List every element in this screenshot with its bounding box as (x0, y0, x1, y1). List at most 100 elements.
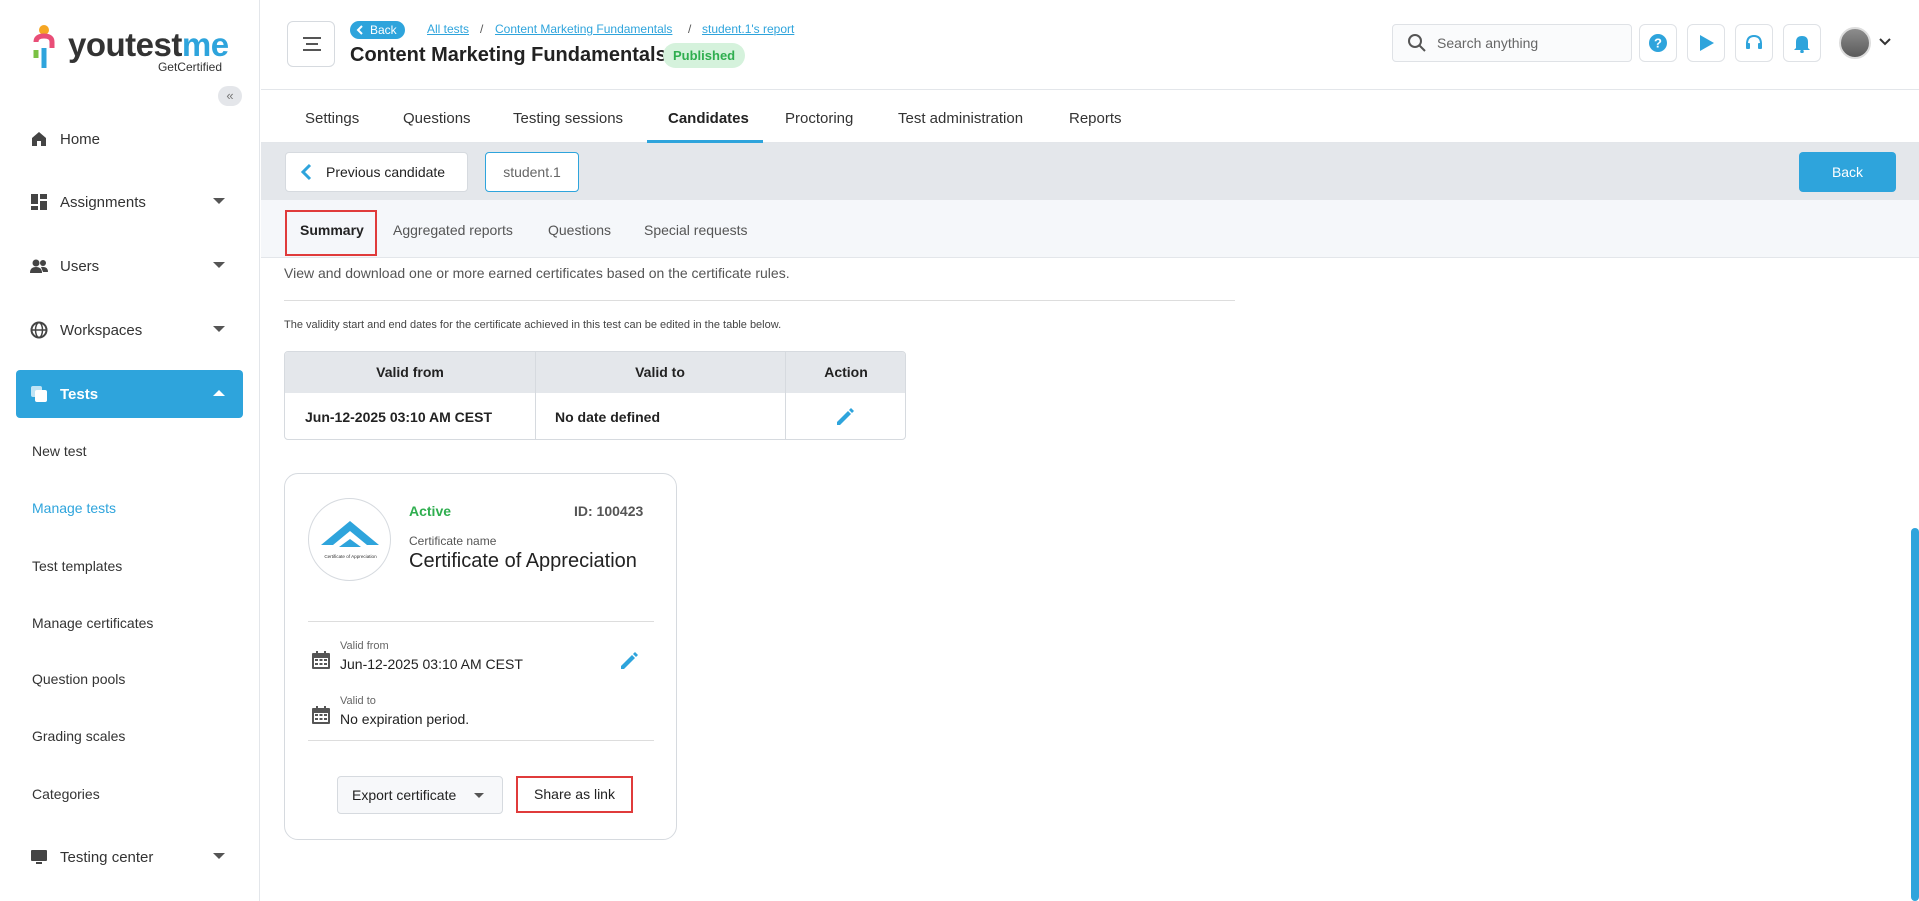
help-button[interactable]: ? (1639, 24, 1677, 62)
column-header-valid-to: Valid to (535, 352, 785, 393)
column-header-action: Action (785, 352, 905, 393)
users-icon (30, 259, 48, 273)
divider (284, 300, 1235, 301)
breadcrumb-back-button[interactable]: Back (350, 21, 405, 39)
export-certificate-dropdown[interactable]: Export certificate (337, 776, 503, 814)
dashboard-icon (31, 194, 47, 210)
sidebar-subitem-manage-certificates[interactable]: Manage certificates (32, 615, 153, 631)
sidebar: youtestme GetCertified « Home Assignment… (0, 0, 260, 901)
validity-table: Valid from Valid to Action Jun-12-2025 0… (284, 351, 906, 440)
subtab-summary[interactable]: Summary (300, 222, 364, 238)
certificate-status: Active (409, 503, 452, 519)
certificates-description: View and download one or more earned cer… (284, 265, 790, 281)
chevron-left-icon (300, 163, 312, 181)
scrollbar[interactable] (1911, 528, 1919, 901)
sidebar-subitem-categories[interactable]: Categories (32, 786, 100, 802)
sidebar-subitem-question-pools[interactable]: Question pools (32, 671, 125, 687)
tab-test-administration[interactable]: Test administration (898, 110, 1023, 127)
certificate-id: ID: 100423 (574, 503, 644, 519)
column-header-valid-from: Valid from (285, 352, 535, 393)
home-icon (32, 132, 46, 146)
divider (308, 621, 654, 622)
search-input[interactable]: Search anything (1392, 24, 1632, 62)
tests-icon (31, 386, 47, 402)
chevron-down-icon (474, 793, 484, 798)
avatar[interactable] (1839, 27, 1871, 59)
certificate-name-label: Certificate name (409, 534, 497, 548)
sidebar-item-testing-center[interactable]: Testing center (16, 833, 243, 881)
cell-valid-to: No date defined (555, 409, 661, 425)
collapse-sidebar-icon[interactable]: « (218, 86, 242, 106)
sidebar-item-label: Users (60, 257, 100, 275)
cell-valid-from: Jun-12-2025 03:10 AM CEST (305, 409, 492, 425)
sidebar-subitem-test-templates[interactable]: Test templates (32, 558, 122, 574)
certificate-logo: Certificate of Appreciation (308, 498, 391, 581)
sidebar-item-label: Tests (60, 385, 99, 403)
breadcrumb-separator: / (688, 22, 692, 36)
logo-subtitle: GetCertified (157, 60, 222, 74)
sidebar-item-workspaces[interactable]: Workspaces (16, 306, 243, 354)
valid-from-value: Jun-12-2025 03:10 AM CEST (340, 656, 523, 672)
help-icon: ? (1649, 34, 1667, 52)
test-tabs: Settings Questions Testing sessions Cand… (261, 90, 1919, 143)
valid-to-value: No expiration period. (340, 711, 470, 727)
subtab-aggregated-reports[interactable]: Aggregated reports (393, 222, 513, 238)
sidebar-item-home[interactable]: Home (16, 115, 243, 163)
certificate-logo-caption: Certificate of Appreciation (324, 554, 377, 559)
tab-proctoring[interactable]: Proctoring (785, 110, 853, 127)
share-as-link-button[interactable]: Share as link (516, 776, 633, 813)
app-logo[interactable]: youtestme GetCertified (32, 22, 232, 74)
divider (535, 352, 536, 439)
breadcrumb-all-tests[interactable]: All tests (427, 22, 469, 36)
top-header: Back All tests / Content Marketing Funda… (261, 0, 1919, 90)
monitor-icon (31, 850, 47, 864)
breadcrumb-separator: / (480, 22, 484, 36)
logo-text: youtestme (68, 26, 229, 63)
sidebar-subitem-new-test[interactable]: New test (32, 443, 86, 459)
certificate-card: Certificate of Appreciation Active ID: 1… (284, 473, 677, 840)
headset-icon (1746, 34, 1762, 49)
status-badge: Published (663, 43, 746, 68)
support-button[interactable] (1735, 24, 1773, 62)
tab-reports[interactable]: Reports (1069, 110, 1122, 127)
chevron-down-icon[interactable] (1879, 38, 1891, 46)
svg-text:?: ? (1654, 36, 1662, 51)
sidebar-item-tests[interactable]: Tests (16, 370, 243, 418)
breadcrumb-test[interactable]: Content Marketing Fundamentals (495, 22, 672, 36)
chevron-down-icon (213, 262, 225, 268)
menu-button[interactable] (287, 21, 335, 67)
edit-icon[interactable] (618, 650, 640, 672)
previous-candidate-button[interactable]: Previous candidate (285, 152, 468, 192)
sidebar-item-assignments[interactable]: Assignments (16, 178, 243, 226)
summary-content: View and download one or more earned cer… (261, 258, 1919, 901)
tab-testing-sessions[interactable]: Testing sessions (513, 110, 623, 127)
subtab-questions[interactable]: Questions (548, 222, 611, 238)
tab-settings[interactable]: Settings (305, 110, 359, 127)
play-button[interactable] (1687, 24, 1725, 62)
divider (785, 352, 786, 439)
edit-icon[interactable] (834, 406, 856, 428)
back-button[interactable]: Back (1799, 152, 1896, 192)
sidebar-item-users[interactable]: Users (16, 242, 243, 290)
calendar-icon (312, 706, 330, 724)
sidebar-subitem-manage-tests[interactable]: Manage tests (32, 500, 116, 516)
subtab-special-requests[interactable]: Special requests (644, 222, 748, 238)
chevron-left-icon (356, 25, 363, 35)
sidebar-item-label: Workspaces (60, 321, 143, 339)
current-candidate-button[interactable]: student.1 (485, 152, 579, 192)
chevron-down-icon (213, 853, 225, 859)
tab-questions[interactable]: Questions (403, 110, 471, 127)
breadcrumb-report[interactable]: student.1's report (702, 22, 794, 36)
certificate-logo-image: Certificate of Appreciation (321, 521, 379, 559)
notifications-button[interactable] (1783, 24, 1821, 62)
sidebar-subitem-grading-scales[interactable]: Grading scales (32, 728, 125, 744)
valid-to-label: Valid to (340, 695, 376, 707)
sidebar-item-label: Home (60, 130, 101, 148)
bell-icon (1794, 36, 1810, 53)
certificate-name: Certificate of Appreciation (409, 550, 637, 572)
globe-icon (30, 321, 48, 339)
chevron-up-icon (213, 390, 225, 396)
tab-candidates[interactable]: Candidates (668, 110, 749, 127)
chevron-down-icon (213, 198, 225, 204)
report-subtabs: Summary Aggregated reports Questions Spe… (261, 200, 1919, 258)
